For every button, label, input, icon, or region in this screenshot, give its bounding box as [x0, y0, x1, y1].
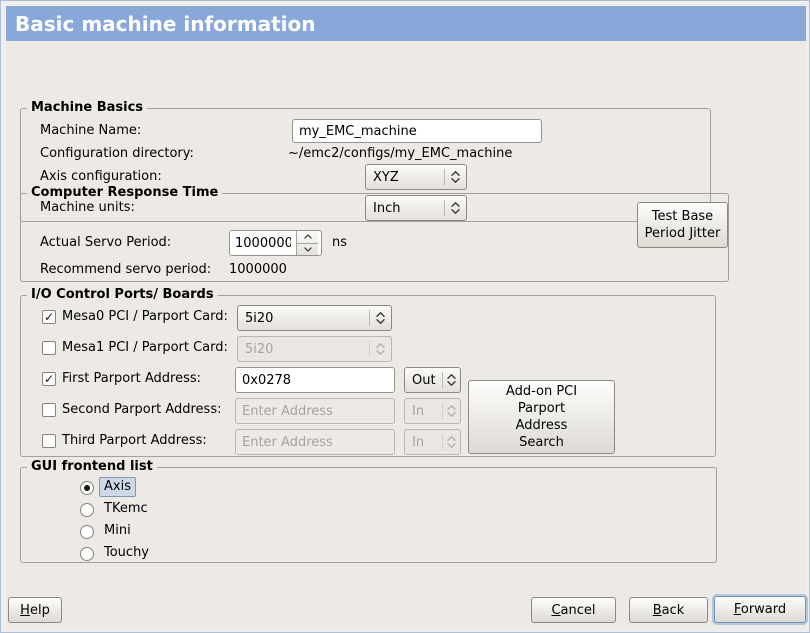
combo-arrows-icon [370, 337, 391, 361]
recommend-period-value: 1000000 [229, 262, 287, 278]
first-parport-address-input[interactable] [235, 367, 395, 393]
third-parport-label: Third Parport Address: [62, 433, 207, 449]
servo-period-input[interactable] [230, 231, 296, 255]
mesa0-label: Mesa0 PCI / Parport Card: [62, 309, 228, 325]
content-area: Machine Basics Machine Name: Configurati… [6, 41, 806, 629]
machine-name-label: Machine Name: [40, 123, 141, 139]
addon-pci-search-button[interactable]: Add-on PCI Parport Address Search [468, 380, 615, 454]
radio-touchy[interactable] [80, 547, 94, 561]
spinner-up-button[interactable] [297, 231, 318, 243]
second-parport-checkbox[interactable] [42, 403, 56, 417]
axis-configuration-select[interactable]: XYZ [365, 164, 467, 190]
mesa0-card-select[interactable]: 5i20 [237, 305, 392, 331]
io-ports-legend: I/O Control Ports/ Boards [27, 287, 218, 303]
machine-name-input[interactable] [292, 119, 542, 143]
test-base-period-jitter-button[interactable]: Test Base Period Jitter [637, 202, 728, 248]
second-parport-label: Second Parport Address: [62, 402, 221, 418]
titlebar: Basic machine information [6, 6, 806, 41]
first-parport-label: First Parport Address: [62, 371, 201, 387]
second-parport-direction-select: In [404, 398, 461, 424]
recommend-period-label: Recommend servo period: [40, 262, 211, 278]
radio-touchy-label[interactable]: Touchy [99, 543, 154, 563]
gui-frontend-section: GUI frontend list Axis TKemc Mini Touchy [20, 467, 717, 563]
cancel-button[interactable]: Cancel [531, 597, 616, 623]
servo-period-unit: ns [332, 235, 347, 251]
wizard-window: Basic machine information Machine Basics… [0, 0, 810, 633]
config-directory-label: Configuration directory: [40, 146, 194, 162]
radio-mini[interactable] [80, 525, 94, 539]
back-button[interactable]: Back [629, 597, 708, 623]
help-button[interactable]: Help [8, 597, 62, 623]
forward-button[interactable]: Forward [714, 596, 806, 623]
config-directory-value: ~/emc2/configs/my_EMC_machine [288, 146, 512, 162]
mesa1-label: Mesa1 PCI / Parport Card: [62, 340, 228, 356]
combo-arrows-icon [443, 399, 460, 423]
combo-arrows-icon [445, 165, 466, 189]
combo-arrows-icon [443, 368, 460, 392]
second-parport-address-input [235, 398, 395, 424]
radio-mini-label[interactable]: Mini [99, 521, 136, 541]
first-parport-direction-select[interactable]: Out [404, 367, 461, 393]
io-ports-section: I/O Control Ports/ Boards ✓ Mesa0 PCI / … [20, 295, 716, 457]
checkmark-icon: ✓ [44, 311, 54, 323]
checkmark-icon: ✓ [44, 373, 54, 385]
response-time-legend: Computer Response Time [27, 185, 222, 201]
third-parport-checkbox[interactable] [42, 434, 56, 448]
third-parport-direction-select: In [404, 429, 461, 455]
axis-configuration-label: Axis configuration: [40, 169, 162, 185]
combo-arrows-icon [443, 430, 460, 454]
servo-period-spinner[interactable] [229, 230, 322, 256]
mesa1-checkbox[interactable] [42, 341, 56, 355]
third-parport-address-input [235, 429, 395, 455]
machine-basics-legend: Machine Basics [27, 100, 147, 116]
radio-axis[interactable] [80, 481, 94, 495]
page-title: Basic machine information [6, 12, 316, 36]
radio-axis-label[interactable]: Axis [99, 477, 136, 497]
combo-arrows-icon [370, 306, 391, 330]
mesa0-checkbox[interactable]: ✓ [42, 310, 56, 324]
radio-tkemc[interactable] [80, 503, 94, 517]
mesa1-card-select: 5i20 [237, 336, 392, 362]
first-parport-checkbox[interactable]: ✓ [42, 372, 56, 386]
response-time-section: Computer Response Time Test Base Period … [20, 193, 729, 282]
radio-tkemc-label[interactable]: TKemc [99, 499, 153, 519]
servo-period-label: Actual Servo Period: [40, 235, 171, 251]
gui-frontend-legend: GUI frontend list [27, 459, 157, 475]
spinner-down-button[interactable] [297, 243, 318, 256]
